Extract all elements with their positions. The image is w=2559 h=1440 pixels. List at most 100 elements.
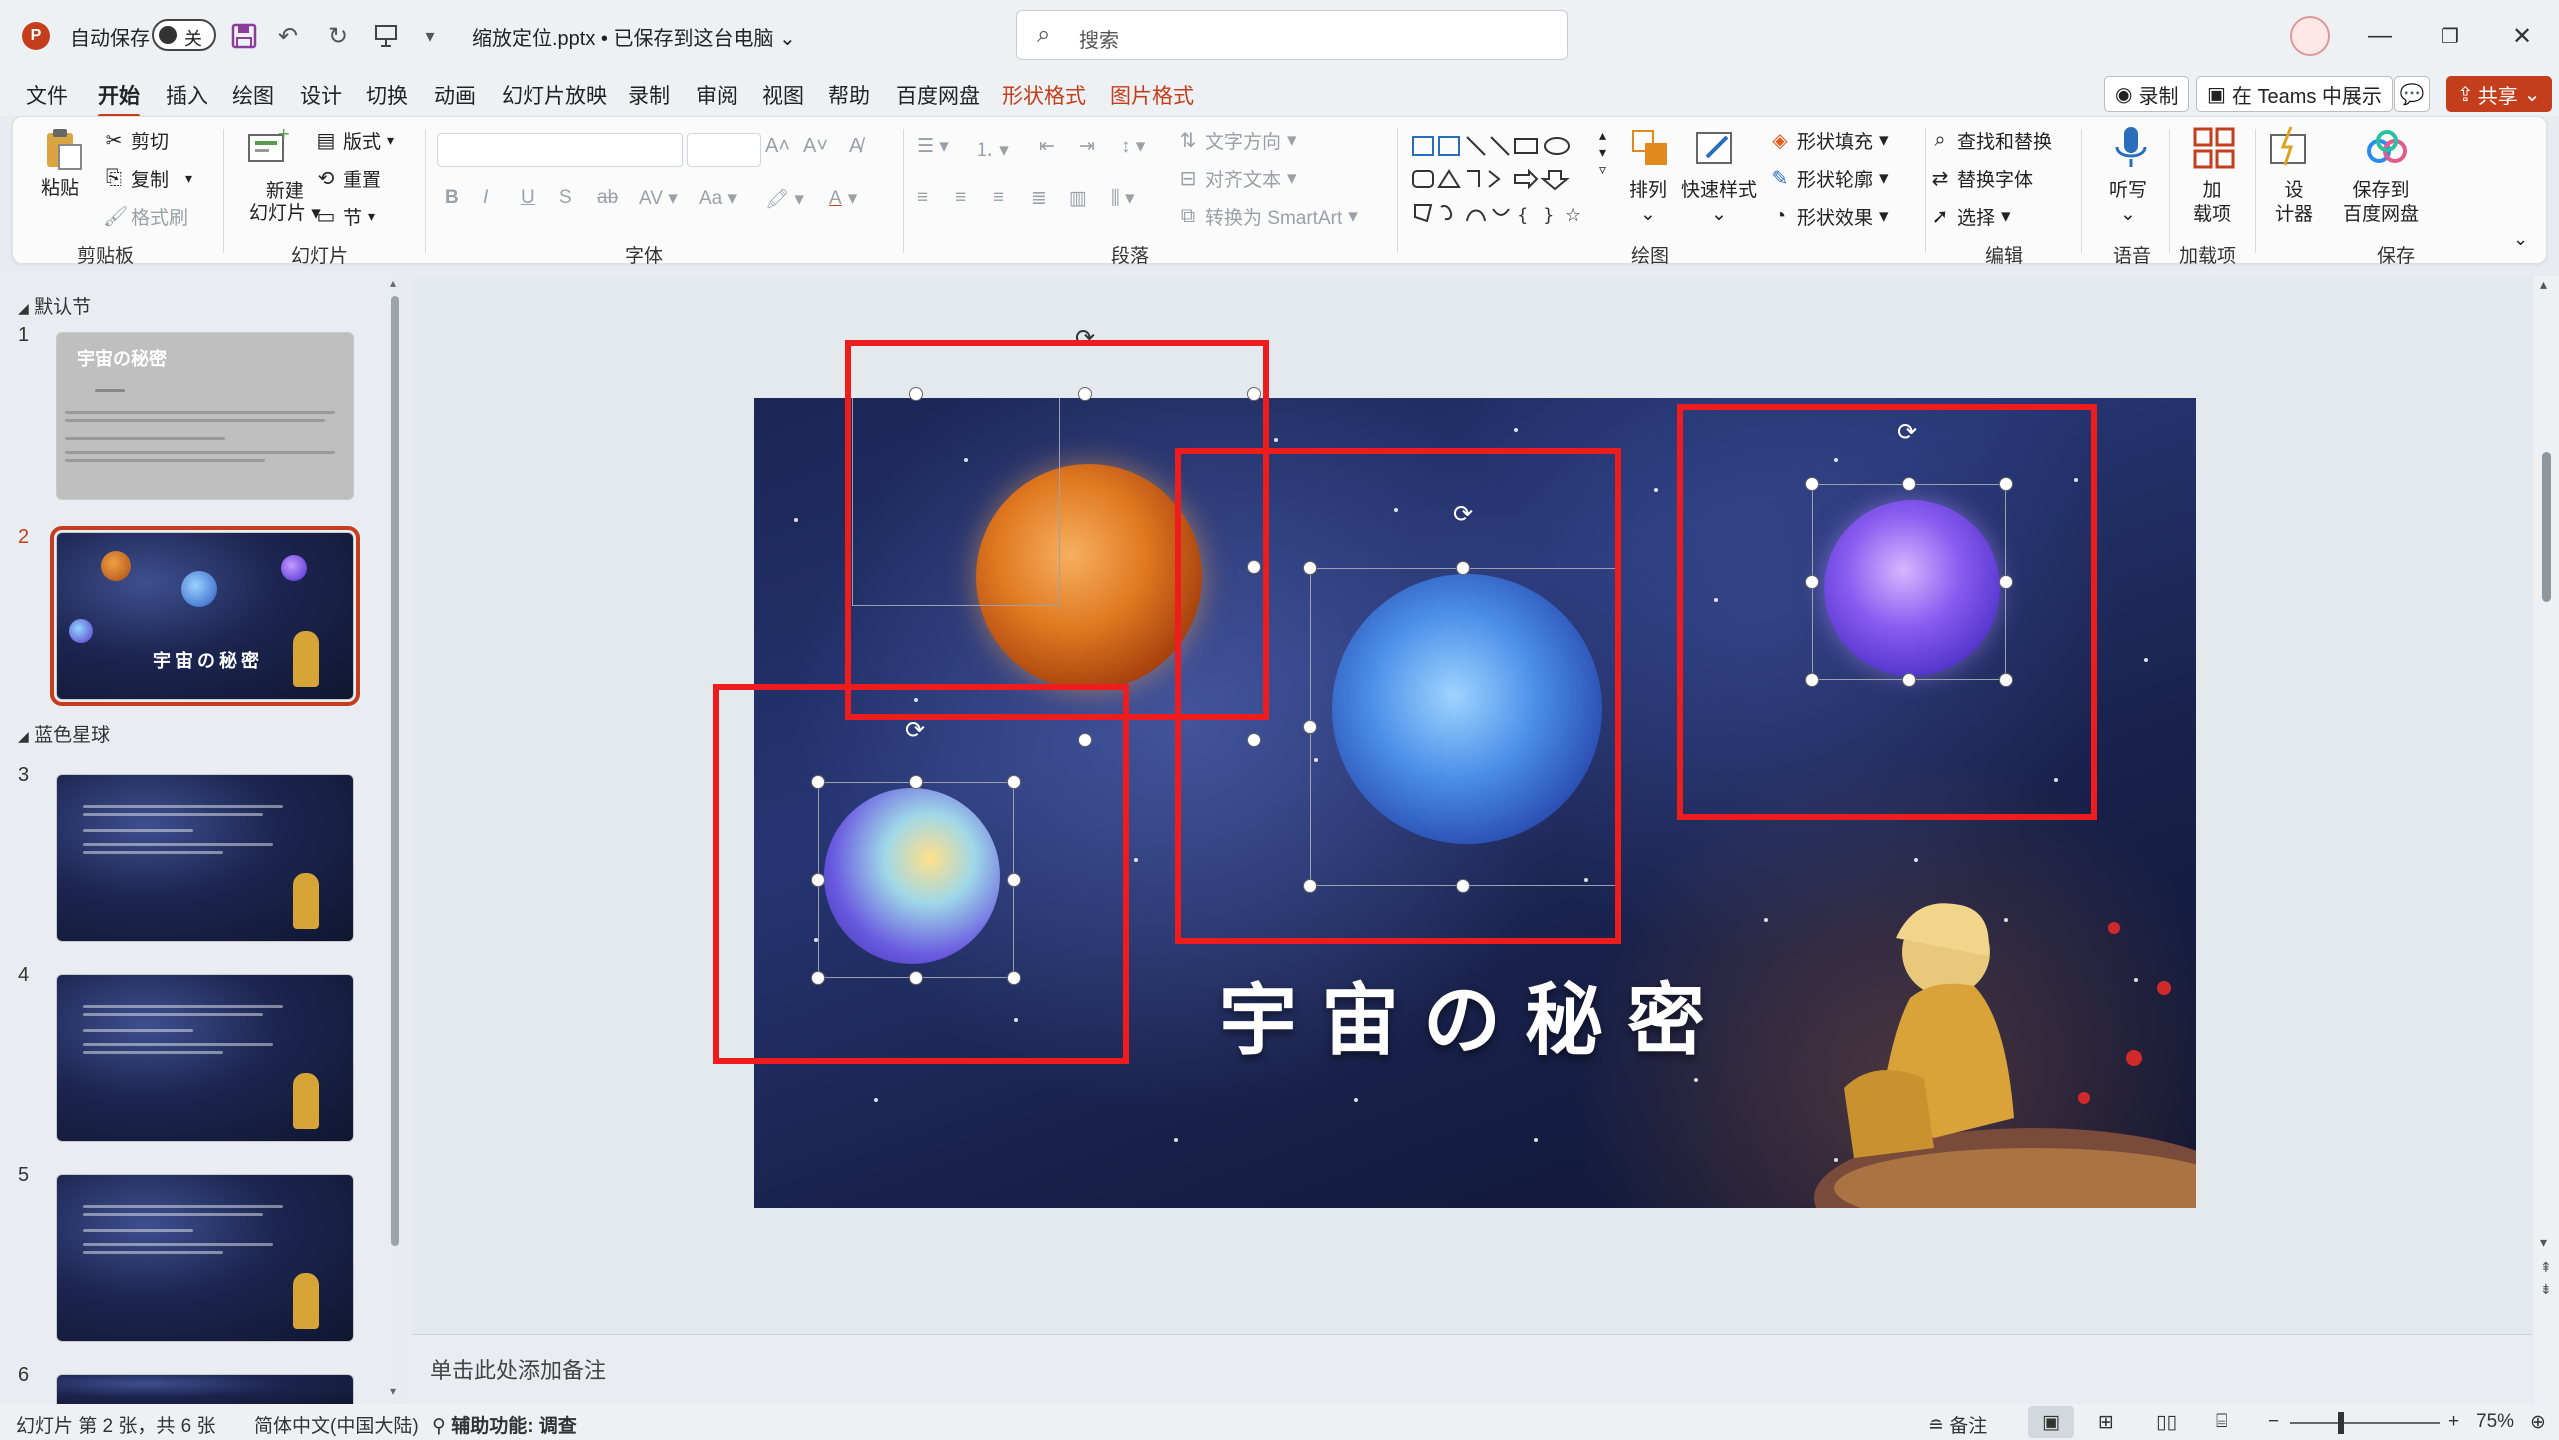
dictate-label[interactable]: 听写 ⌄ bbox=[2109, 179, 2147, 227]
decrease-indent-icon[interactable]: ⇤ bbox=[1039, 135, 1055, 158]
notes-toggle[interactable]: ≘ 备注 bbox=[1928, 1411, 1987, 1438]
minimize-icon[interactable]: — bbox=[2360, 16, 2400, 56]
reading-view-icon[interactable]: ▯▯ bbox=[2156, 1411, 2177, 1434]
teams-present-button[interactable]: ▣ 在 Teams 中展示 bbox=[2196, 76, 2393, 112]
slide-thumbnail-4[interactable] bbox=[56, 974, 354, 1142]
align-left-icon[interactable]: ≡ bbox=[917, 187, 928, 209]
scroll-down-icon[interactable]: ▾ bbox=[390, 1384, 396, 1398]
new-slide-label[interactable]: 新建 幻灯片 ▾ bbox=[249, 181, 321, 225]
comments-button[interactable]: 💬 bbox=[2394, 76, 2430, 112]
italic-icon[interactable]: I bbox=[483, 187, 488, 209]
share-button[interactable]: ⇪ 共享 ⌄ bbox=[2446, 76, 2552, 112]
justify-icon[interactable]: ≣ bbox=[1031, 187, 1047, 210]
undo-icon[interactable]: ↶ bbox=[270, 18, 306, 54]
zoom-slider-thumb[interactable] bbox=[2338, 1412, 2344, 1434]
save-baidu-label[interactable]: 保存到 百度网盘 bbox=[2343, 179, 2419, 227]
prev-slide-icon[interactable]: ⇞ bbox=[2540, 1260, 2552, 1274]
tab-view[interactable]: 视图 bbox=[762, 80, 804, 110]
boy-illustration[interactable] bbox=[1784, 868, 2196, 1208]
increase-indent-icon[interactable]: ⇥ bbox=[1079, 135, 1095, 158]
paste-icon[interactable] bbox=[39, 125, 87, 173]
new-slide-icon[interactable]: + bbox=[243, 125, 291, 173]
slide-thumbnail-5[interactable] bbox=[56, 1174, 354, 1342]
slide-thumbnail-6[interactable] bbox=[56, 1374, 354, 1404]
slide-thumbnail-2[interactable]: 宇宙の秘密 bbox=[50, 526, 360, 706]
thumbnail-scrollbar[interactable]: ▴ ▾ bbox=[388, 276, 402, 1404]
tab-transitions[interactable]: 切换 bbox=[366, 80, 408, 110]
section-blue-planet[interactable]: ◢ 蓝色星球 bbox=[18, 720, 110, 747]
clear-format-icon[interactable]: A̸ bbox=[849, 135, 862, 158]
font-size-select[interactable] bbox=[687, 133, 761, 167]
distributed-icon[interactable]: ▥ bbox=[1069, 187, 1087, 210]
underline-icon[interactable]: U bbox=[521, 187, 535, 209]
baidu-cloud-icon[interactable] bbox=[2363, 125, 2411, 173]
paste-label[interactable]: 粘贴 bbox=[41, 177, 79, 201]
decrease-font-icon[interactable]: A˅ bbox=[803, 135, 828, 158]
align-right-icon[interactable]: ≡ bbox=[993, 187, 1004, 209]
slide-thumbnail-3[interactable] bbox=[56, 774, 354, 942]
align-text-button[interactable]: ⊟ 对齐文本 ▾ bbox=[1177, 165, 1297, 192]
quick-styles-label[interactable]: 快速样式 ⌄ bbox=[1681, 179, 1757, 227]
select-button[interactable]: ➚ 选择 ▾ bbox=[1929, 203, 2011, 230]
columns-icon[interactable]: ⫼ ▾ bbox=[1111, 187, 1135, 210]
shapes-gallery[interactable]: { } ☆ bbox=[1409, 131, 1609, 235]
designer-icon[interactable] bbox=[2265, 125, 2313, 173]
slide-thumbnail-1[interactable]: 宇宙の秘密 bbox=[56, 332, 354, 500]
character-spacing-icon[interactable]: AV ▾ bbox=[639, 187, 678, 210]
section-default[interactable]: ◢ 默认节 bbox=[18, 292, 91, 319]
tab-shape-format[interactable]: 形状格式 bbox=[1002, 80, 1086, 110]
scrollbar-thumb[interactable] bbox=[391, 296, 399, 1246]
normal-view-icon[interactable]: ▣ bbox=[2028, 1406, 2074, 1438]
arrange-icon[interactable] bbox=[1627, 125, 1675, 173]
smartart-button[interactable]: ⧉ 转换为 SmartArt ▾ bbox=[1177, 203, 1358, 230]
arrange-label[interactable]: 排列 ⌄ bbox=[1629, 179, 1667, 227]
shape-outline-button[interactable]: ✎ 形状轮廓 ▾ bbox=[1769, 165, 1889, 192]
document-title[interactable]: 缩放定位.pptx • 已保存到这台电脑 ⌄ bbox=[472, 22, 796, 51]
save-icon[interactable] bbox=[226, 18, 262, 54]
notes-placeholder[interactable]: 单击此处添加备注 bbox=[430, 1353, 606, 1385]
language-indicator[interactable]: 简体中文(中国大陆) bbox=[254, 1411, 419, 1438]
highlight-icon[interactable]: 🖍 ▾ bbox=[765, 187, 804, 211]
tab-insert[interactable]: 插入 bbox=[166, 80, 208, 110]
tab-slideshow[interactable]: 幻灯片放映 bbox=[502, 80, 607, 110]
text-direction-button[interactable]: ⇅ 文字方向 ▾ bbox=[1177, 127, 1297, 154]
scroll-down-icon[interactable]: ▾ bbox=[2540, 1234, 2547, 1251]
next-slide-icon[interactable]: ⇟ bbox=[2540, 1282, 2552, 1296]
customize-quick-access-icon[interactable]: ▾ bbox=[412, 18, 448, 54]
redo-icon[interactable]: ↻ bbox=[320, 18, 356, 54]
presentation-icon[interactable] bbox=[368, 18, 404, 54]
shape-fill-button[interactable]: ◈ 形状填充 ▾ bbox=[1769, 127, 1888, 154]
tab-file[interactable]: 文件 bbox=[26, 80, 68, 110]
collapse-ribbon-icon[interactable]: ⌄ bbox=[2513, 229, 2528, 250]
close-icon[interactable]: ✕ bbox=[2502, 16, 2542, 56]
tab-draw[interactable]: 绘图 bbox=[232, 80, 274, 110]
bold-icon[interactable]: B bbox=[445, 187, 459, 209]
fit-to-window-icon[interactable]: ⊕ bbox=[2530, 1411, 2546, 1434]
search-input[interactable]: ⌕ 搜索 bbox=[1016, 10, 1568, 60]
editor-scrollbar[interactable]: ▴ ▾ ⇞ ⇟ bbox=[2534, 276, 2559, 1404]
tab-animations[interactable]: 动画 bbox=[434, 80, 476, 110]
line-spacing-icon[interactable]: ↕ ▾ bbox=[1121, 135, 1145, 158]
microphone-icon[interactable] bbox=[2107, 123, 2155, 171]
font-color-icon[interactable]: A ▾ bbox=[829, 187, 857, 210]
addins-icon[interactable] bbox=[2191, 125, 2239, 173]
tab-record[interactable]: 录制 bbox=[628, 80, 670, 110]
tab-review[interactable]: 审阅 bbox=[696, 80, 738, 110]
layout-button[interactable]: ▤ 版式 ▾ bbox=[315, 127, 395, 154]
find-replace-button[interactable]: ⌕ 查找和替换 bbox=[1929, 127, 2052, 154]
scroll-up-icon[interactable]: ▴ bbox=[2540, 276, 2547, 293]
scrollbar-thumb[interactable] bbox=[2542, 452, 2551, 602]
reset-button[interactable]: ⟲ 重置 bbox=[315, 165, 381, 192]
record-button[interactable]: ◉ 录制 bbox=[2104, 76, 2190, 112]
numbering-icon[interactable]: ⒈ ▾ bbox=[975, 135, 1009, 162]
slide-sorter-icon[interactable]: ⊞ bbox=[2098, 1411, 2114, 1434]
bullets-icon[interactable]: ☰ ▾ bbox=[917, 135, 949, 158]
tab-help[interactable]: 帮助 bbox=[828, 80, 870, 110]
addins-label[interactable]: 加载项 bbox=[2193, 179, 2231, 227]
change-case-icon[interactable]: Aa ▾ bbox=[699, 187, 737, 210]
restore-icon[interactable]: ❐ bbox=[2430, 16, 2470, 56]
format-painter-button[interactable]: 🖌 格式刷 bbox=[103, 203, 188, 230]
cut-button[interactable]: ✂ 剪切 bbox=[103, 127, 169, 154]
tab-design[interactable]: 设计 bbox=[300, 80, 342, 110]
quick-styles-icon[interactable] bbox=[1691, 125, 1739, 173]
